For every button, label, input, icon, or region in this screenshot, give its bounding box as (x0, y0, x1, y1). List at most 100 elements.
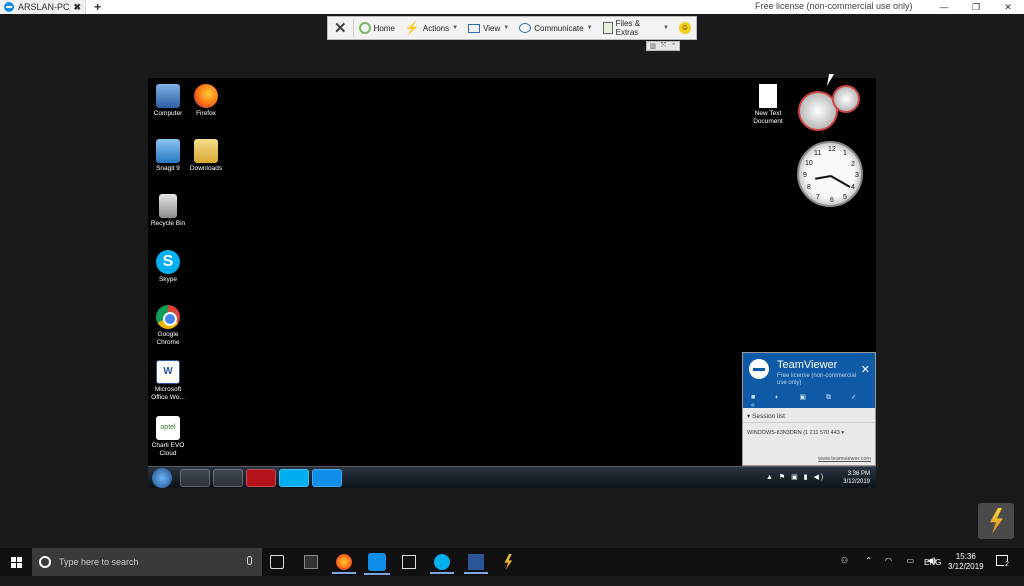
search-placeholder: Type here to search (59, 557, 139, 567)
desktop-icon-downloads[interactable]: Downloads (186, 139, 226, 173)
remote-clock[interactable]: 3:36 PM 3/12/2019 (843, 470, 870, 486)
recycle-bin-icon (159, 194, 177, 218)
teamviewer-taskbar-button[interactable] (312, 469, 342, 487)
desktop-icon-chrome[interactable]: Google Chrome (148, 305, 188, 347)
search-box[interactable]: Type here to search (32, 548, 262, 576)
skype-taskbar-icon[interactable] (430, 554, 454, 574)
window-app-icon[interactable] (304, 555, 318, 569)
view-menu[interactable]: View ▼ (463, 17, 514, 39)
license-notice: Free license (non-commercial use only) (755, 1, 913, 11)
chrome-icon (156, 305, 180, 329)
desktop-icon-label: Recycle Bin (150, 220, 186, 227)
close-session-button[interactable]: ✕ (328, 19, 354, 37)
clock-number: 4 (851, 184, 855, 191)
remote-tray-icons[interactable]: ▲ ⚑ ▣ ▮ ◀) (766, 473, 825, 481)
chrome-taskbar-button[interactable] (213, 469, 243, 487)
cpu-meter-gadget[interactable] (798, 85, 862, 131)
pin-icon[interactable]: ▥ (649, 42, 656, 50)
start-button[interactable] (0, 548, 32, 576)
teamviewer-brand: TeamViewer (777, 359, 838, 371)
desktop-icon-firefox[interactable]: Firefox (186, 84, 226, 118)
desktop-icon-word[interactable]: W Microsoft Office Wo... (148, 360, 188, 402)
windows-orb-icon[interactable] (152, 468, 172, 488)
lightning-badge-icon (990, 508, 1003, 534)
session-list-header[interactable]: ▾ Session list (743, 410, 875, 423)
files-extras-menu[interactable]: Files & Extras ▼ (598, 17, 674, 39)
clock-gadget[interactable]: 12 1 2 3 4 5 6 7 8 9 10 11 (797, 141, 863, 207)
view-label: View (483, 23, 501, 33)
notification-count: 2 (1004, 561, 1010, 568)
close-window-button[interactable]: ✕ (992, 0, 1024, 14)
clock-number: 5 (843, 194, 847, 201)
hour-hand (815, 175, 832, 180)
wifi-icon[interactable]: ◠ (885, 556, 892, 584)
desktop-icon-computer[interactable]: Computer (148, 84, 188, 118)
session-row-label: WINDOWS-83N3DRN (1 211 570 443 (747, 430, 840, 436)
desktop-icon-recycle-bin[interactable]: Recycle Bin (148, 194, 188, 228)
remote-date: 3/12/2019 (843, 479, 870, 485)
home-button[interactable]: Home (354, 17, 400, 39)
microphone-icon[interactable] (247, 556, 252, 565)
chevron-up-icon[interactable]: ⌃ (865, 556, 872, 584)
skype-taskbar-button[interactable] (279, 469, 309, 487)
explorer-taskbar-button[interactable] (180, 469, 210, 487)
package-icon[interactable] (402, 555, 416, 569)
restore-button[interactable]: ❐ (960, 0, 992, 14)
chevron-down-icon: ▼ (503, 25, 510, 31)
acrobat-taskbar-button[interactable] (246, 469, 276, 487)
clock-number: 6 (830, 197, 834, 204)
desktop-icon-label: Snagit 9 (156, 165, 180, 172)
teamviewer-panel-header: TeamViewer Free license (non-commercial … (743, 353, 875, 409)
minimize-button[interactable]: — (928, 0, 960, 14)
word-icon: W (156, 360, 180, 384)
word-taskbar-icon[interactable] (464, 554, 488, 574)
system-time: 15:36 (955, 552, 976, 561)
window-title-bar: ARSLAN-PC ✖ + Free license (non-commerci… (0, 0, 1024, 14)
desktop-icon-new-text[interactable]: New Text Document (748, 84, 788, 126)
chevron-down-icon: ▼ (452, 25, 459, 31)
clock-number: 11 (814, 150, 822, 157)
teamviewer-website-link[interactable]: www.teamviewer.com (818, 456, 871, 462)
task-view-icon[interactable] (270, 555, 284, 569)
communicate-menu[interactable]: Communicate ▼ (514, 17, 597, 39)
desktop-icon-label: Skype (158, 276, 178, 283)
windows-taskbar: Type here to search ⚇ ⌃ ◠ ▭ ◀) ENG 15:36… (0, 548, 1024, 576)
snagit-icon (156, 139, 180, 163)
feedback-button[interactable]: ☺ (674, 17, 696, 39)
teamviewer-taskbar-icon[interactable] (364, 553, 390, 575)
monitor-icon (468, 23, 481, 33)
minute-hand (830, 175, 851, 188)
cortana-icon (39, 556, 51, 568)
desktop-icon-snagit[interactable]: Snagit 9 (148, 139, 188, 173)
chevron-down-icon: ▼ (663, 25, 669, 31)
close-tab-icon[interactable]: ✖ (74, 2, 82, 13)
panel-tool-icons[interactable]: ■ ◐ ▣ ⧉ ✓ « (751, 393, 875, 409)
fullscreen-icon[interactable]: ⤧ (661, 42, 667, 50)
session-tab[interactable]: ARSLAN-PC ✖ (0, 0, 87, 14)
desktop-icon-skype[interactable]: S Skype (148, 250, 188, 284)
desktop-icon-label: Downloads (189, 165, 223, 172)
firefox-taskbar-icon[interactable] (332, 554, 356, 574)
remote-taskbar: ▲ ⚑ ▣ ▮ ◀) 3:36 PM 3/12/2019 (148, 466, 876, 488)
files-icon (602, 22, 613, 34)
actions-menu[interactable]: ⚡ Actions ▼ (400, 17, 463, 39)
desktop-icon-charli[interactable]: optel Charli EVO Cloud (148, 416, 188, 458)
session-row[interactable]: WINDOWS-83N3DRN (1 211 570 443 ▾ (743, 423, 875, 443)
desktop-icon-label: Firefox (196, 110, 216, 117)
system-date: 3/12/2019 (948, 562, 984, 571)
new-tab-button[interactable]: + (86, 0, 109, 14)
optel-icon: optel (156, 416, 180, 440)
close-panel-icon[interactable]: ✕ (861, 363, 870, 376)
system-clock[interactable]: 15:36 3/12/2019 (948, 552, 984, 572)
app-badge[interactable] (978, 503, 1014, 539)
battery-icon[interactable]: ▭ (906, 556, 914, 584)
session-list-label: Session list (752, 413, 785, 420)
language-indicator[interactable]: ENG (924, 558, 941, 586)
chevron-up-icon[interactable]: ⌃ (671, 42, 677, 50)
lightning-taskbar-icon[interactable] (504, 554, 513, 570)
phone-icon (519, 23, 532, 33)
toolbar-collapse-bar[interactable]: ▥ ⤧ ⌃ (646, 41, 680, 51)
people-icon[interactable]: ⚇ (841, 556, 848, 584)
remote-toolbar: ✕ Home ⚡ Actions ▼ View ▼ Communicate ▼ … (327, 16, 697, 40)
firefox-icon (194, 84, 218, 108)
